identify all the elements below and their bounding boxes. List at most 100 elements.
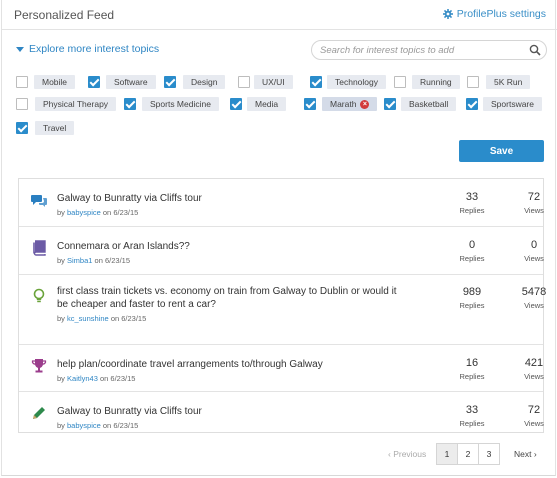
topic-7-chip: Physical Therapy — [35, 97, 117, 111]
page-3-button[interactable]: 3 — [478, 443, 500, 465]
book-icon — [31, 240, 47, 256]
post-meta: by babyspice on 6/23/15 — [57, 421, 138, 430]
page-2-button[interactable]: 2 — [457, 443, 479, 465]
topic-1-checkbox[interactable] — [88, 76, 100, 88]
views-label: Views — [524, 419, 544, 428]
views-stat: 421 Views — [509, 357, 557, 381]
discussion-title-link[interactable]: Galway to Bunratty via Cliffs tour — [57, 192, 202, 205]
checkbox-icon[interactable] — [310, 76, 322, 88]
search-icon[interactable] — [529, 44, 541, 56]
explore-topics-toggle[interactable]: Explore more interest topics — [16, 43, 159, 55]
topic-search-input[interactable] — [320, 43, 520, 57]
feed-row[interactable]: Connemara or Aran Islands?? by Simba1 on … — [19, 227, 544, 275]
topic-5-checkbox[interactable] — [394, 76, 406, 88]
page-title: Personalized Feed — [14, 8, 115, 22]
post-date: on 6/23/15 — [99, 374, 136, 383]
checkbox-icon[interactable] — [467, 76, 479, 88]
topic-4-chip: Technology — [327, 75, 387, 89]
pencil-icon — [31, 405, 47, 421]
gear-icon — [442, 9, 453, 19]
replies-label: Replies — [459, 254, 485, 263]
replies-count: 33 — [465, 191, 479, 203]
views-count: 5478 — [521, 286, 547, 298]
checkbox-icon[interactable] — [16, 76, 28, 88]
author-link[interactable]: Kaitlyn43 — [67, 374, 98, 383]
save-button[interactable]: Save — [459, 140, 544, 162]
feed-panel: Personalized Feed ProfilePlus settings E… — [1, 0, 557, 476]
post-meta: by Kaitlyn43 on 6/23/15 — [57, 374, 135, 383]
title-line: first class train tickets vs. economy on… — [57, 286, 397, 297]
topic-label: Running — [420, 77, 452, 87]
feed-row[interactable]: Galway to Bunratty via Cliffs tour by bab… — [19, 392, 544, 433]
checkbox-icon[interactable] — [466, 98, 478, 110]
topic-11-checkbox[interactable] — [384, 98, 396, 110]
topic-13-checkbox[interactable] — [16, 122, 28, 134]
views-stat: 5478 Views — [509, 286, 557, 310]
topic-label: UX/UI — [262, 77, 285, 87]
topic-9-checkbox[interactable] — [230, 98, 242, 110]
discussion-title-link[interactable]: help plan/coordinate travel arrangements… — [57, 358, 323, 371]
views-label: Views — [524, 206, 544, 215]
views-stat: 72 Views — [509, 404, 557, 428]
panel-header: Personalized Feed ProfilePlus settings — [2, 0, 557, 30]
views-label: Views — [524, 372, 544, 381]
author-link[interactable]: babyspice — [67, 208, 101, 217]
by-label: by — [57, 256, 65, 265]
checkbox-icon[interactable] — [124, 98, 136, 110]
checkbox-icon[interactable] — [16, 98, 28, 110]
views-stat: 72 Views — [509, 191, 557, 215]
triangle-down-icon — [16, 46, 24, 52]
topic-7-checkbox[interactable] — [16, 98, 28, 110]
topic-5-chip: Running — [412, 75, 460, 89]
views-label: Views — [524, 254, 544, 263]
topic-2-checkbox[interactable] — [164, 76, 176, 88]
remove-topic-icon[interactable]: × — [360, 99, 370, 109]
discussion-list: Galway to Bunratty via Cliffs tour by bab… — [18, 178, 546, 433]
topic-12-checkbox[interactable] — [466, 98, 478, 110]
views-count: 72 — [527, 191, 541, 203]
topic-4-checkbox[interactable] — [310, 76, 322, 88]
topic-8-checkbox[interactable] — [124, 98, 136, 110]
checkbox-icon[interactable] — [304, 98, 316, 110]
by-label: by — [57, 208, 65, 217]
previous-page-link[interactable]: ‹ Previous — [388, 449, 426, 459]
checkbox-icon[interactable] — [88, 76, 100, 88]
feed-row[interactable]: help plan/coordinate travel arrangements… — [19, 345, 544, 392]
topic-0-checkbox[interactable] — [16, 76, 28, 88]
author-link[interactable]: kc_sunshine — [67, 314, 109, 323]
checkbox-icon[interactable] — [384, 98, 396, 110]
feed-row[interactable]: Galway to Bunratty via Cliffs tour by bab… — [19, 179, 544, 227]
next-page-link[interactable]: Next › — [514, 449, 537, 459]
checkbox-icon[interactable] — [16, 122, 28, 134]
trophy-icon — [31, 358, 47, 374]
views-count: 0 — [530, 239, 538, 251]
replies-label: Replies — [459, 419, 485, 428]
topic-1-chip: Software — [106, 75, 156, 89]
topic-6-checkbox[interactable] — [467, 76, 479, 88]
discussion-title-link[interactable]: first class train tickets vs. economy on… — [57, 285, 397, 311]
discussion-title-link[interactable]: Galway to Bunratty via Cliffs tour — [57, 405, 202, 418]
author-link[interactable]: Simba1 — [67, 256, 92, 265]
page-1-button[interactable]: 1 — [436, 443, 458, 465]
topic-label: Marath — [330, 99, 357, 109]
checkbox-icon[interactable] — [238, 76, 250, 88]
views-count: 72 — [527, 404, 541, 416]
checkbox-icon[interactable] — [164, 76, 176, 88]
views-stat: 0 Views — [509, 239, 557, 263]
topic-10-chip: Marath × — [322, 97, 378, 111]
topic-label: Sportsware — [491, 99, 534, 109]
speech-bubbles-icon — [31, 192, 47, 208]
post-meta: by Simba1 on 6/23/15 — [57, 256, 130, 265]
topic-label: Basketball — [409, 99, 449, 109]
feed-row[interactable]: first class train tickets vs. economy on… — [19, 275, 546, 345]
checkbox-icon[interactable] — [230, 98, 242, 110]
checkbox-icon[interactable] — [394, 76, 406, 88]
author-link[interactable]: babyspice — [67, 421, 101, 430]
topic-3-checkbox[interactable] — [238, 76, 250, 88]
topic-label: 5K Run — [494, 77, 523, 87]
discussion-title-link[interactable]: Connemara or Aran Islands?? — [57, 240, 190, 253]
topic-label: Software — [114, 77, 148, 87]
topic-10-checkbox[interactable] — [304, 98, 316, 110]
topic-3-chip: UX/UI — [254, 75, 293, 89]
profileplus-settings-link[interactable]: ProfilePlus settings — [442, 8, 546, 20]
